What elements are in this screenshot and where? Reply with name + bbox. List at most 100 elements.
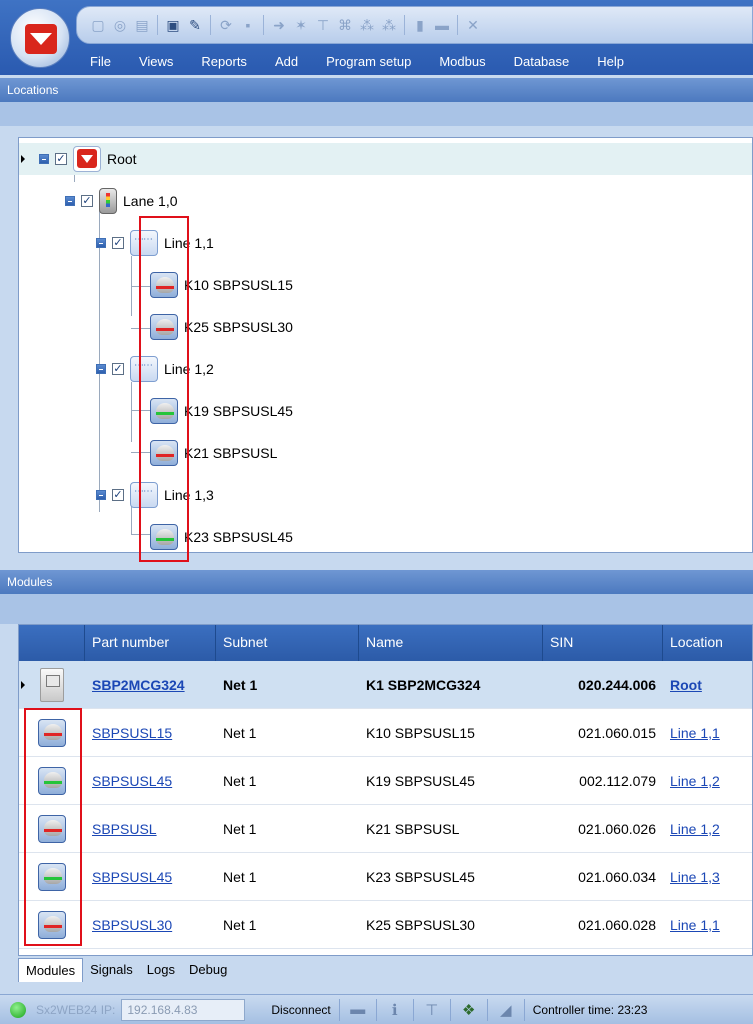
rs485-icon[interactable]: ⊤ [422,1001,442,1019]
monitor-icon[interactable]: ▬ [433,16,451,34]
part-number-link[interactable]: SBP2MCG324 [85,677,216,693]
save-status-icon[interactable]: ▬ [348,1001,368,1018]
clear-icon[interactable]: ◢ [496,1001,516,1019]
tree-node-k23[interactable]: K23 SBPSUSL45 [150,521,293,552]
tab-logs[interactable]: Logs [140,958,182,982]
location-link[interactable]: Line 1,1 [663,917,752,933]
grid-header-name[interactable]: Name [359,625,543,661]
forward-icon[interactable]: ➜ [270,16,288,34]
disk-icon[interactable]: ◎ [111,16,129,34]
status-separator [412,998,414,1021]
tree-connector [131,286,151,287]
collapse-root-toggle[interactable] [39,154,49,164]
row-icon-cell [19,667,85,702]
tree-node-line-1-2[interactable]: Line 1,2 [96,353,214,385]
network-icon[interactable]: ⁂ [380,16,398,34]
info-icon[interactable]: ℹ [385,1001,405,1019]
current-row-caret [21,681,25,689]
toolbar-separator [457,15,458,35]
collapse-line-toggle[interactable] [96,490,106,500]
menu-reports[interactable]: Reports [187,50,261,74]
sensor-tool-icon[interactable]: ⌘ [336,16,354,34]
table-row[interactable]: SBP2MCG324 Net 1 K1 SBP2MCG324 020.244.0… [19,661,752,709]
tree-node-lane[interactable]: Lane 1,0 [65,185,178,217]
menu-file[interactable]: File [76,50,125,74]
part-number-link[interactable]: SBPSUSL45 [85,773,216,789]
name-cell: K23 SBPSUSL45 [366,868,475,885]
tree-node-k19[interactable]: K19 SBPSUSL45 [150,395,293,427]
tab-debug[interactable]: Debug [182,958,234,982]
status-separator [375,998,377,1021]
name-cell: K25 SBPSUSL30 [366,916,475,933]
tree-icon[interactable]: ⁂ [358,16,376,34]
tree-node-line-1-1[interactable]: Line 1,1 [96,227,214,259]
line-checkbox[interactable] [112,489,124,501]
grid-header-sin[interactable]: SIN [543,625,663,661]
device-icon[interactable]: ▮ [411,16,429,34]
modules-panel-header: Modules [0,570,753,594]
subnet-cell: Net 1 [223,868,257,885]
part-number-link[interactable]: SBPSUSL15 [85,725,216,741]
module-icon[interactable]: ▪ [239,16,257,34]
brand-triangle [30,33,52,45]
line-checkbox[interactable] [112,237,124,249]
menu-add[interactable]: Add [261,50,312,74]
new-icon[interactable]: ▢ [89,16,107,34]
collapse-line-toggle[interactable] [96,364,106,374]
tab-modules[interactable]: Modules [18,958,84,982]
grid-header-location[interactable]: Location [663,625,752,661]
sensor-red-icon [150,272,178,298]
tab-signals[interactable]: Signals [83,958,140,982]
tree-node-label: Line 1,3 [164,487,214,503]
menu-help[interactable]: Help [583,50,638,74]
row-icon-cell [19,862,85,891]
root-checkbox[interactable] [55,153,67,165]
refresh-icon[interactable]: ⟳ [217,16,235,34]
location-link[interactable]: Line 1,3 [663,869,752,885]
controller-time: Controller time: 23:23 [532,1002,648,1017]
table-row[interactable]: SBPSUSL15 Net 1 K10 SBPSUSL15 021.060.01… [19,709,752,757]
location-tree: Root Lane 1,0 Line 1,1 K10 SBPSUSL15 K25… [18,137,753,553]
part-number-link[interactable]: SBPSUSL [85,821,216,837]
app-logo-button[interactable] [10,8,70,68]
grid-header-part-number[interactable]: Part number [85,625,216,661]
tree-node-label: Root [107,151,137,167]
table-row[interactable]: SBPSUSL30 Net 1 K25 SBPSUSL30 021.060.02… [19,901,752,949]
status-separator [523,998,525,1021]
tree-node-k10[interactable]: K10 SBPSUSL15 [150,269,293,301]
collapse-lane-toggle[interactable] [65,196,75,206]
location-link[interactable]: Line 1,2 [663,773,752,789]
location-link[interactable]: Line 1,2 [663,821,752,837]
part-number-link[interactable]: SBPSUSL45 [85,869,216,885]
table-row[interactable]: SBPSUSL45 Net 1 K19 SBPSUSL45 002.112.07… [19,757,752,805]
collapse-line-toggle[interactable] [96,238,106,248]
location-link[interactable]: Root [663,677,752,693]
menu-database[interactable]: Database [500,50,584,74]
ip-address-field[interactable] [121,998,246,1021]
line-checkbox[interactable] [112,363,124,375]
locations-toolbar-strip [0,102,753,126]
network-status-icon[interactable]: ❖ [459,1001,479,1019]
tree-node-k25[interactable]: K25 SBPSUSL30 [150,311,293,343]
row-icon-cell [19,814,85,843]
star-icon[interactable]: ✶ [292,16,310,34]
edit-icon[interactable]: ✎ [186,16,204,34]
menu-program-setup[interactable]: Program setup [312,50,425,74]
grid-header-subnet[interactable]: Subnet [216,625,359,661]
open-icon[interactable]: ▤ [133,16,151,34]
tree-node-root[interactable]: Root [19,143,752,175]
locations-panel-header: Locations [0,78,753,102]
table-row[interactable]: SBPSUSL Net 1 K21 SBPSUSL 021.060.026 Li… [19,805,752,853]
disconnect-button[interactable]: Disconnect [271,1003,330,1017]
save-icon[interactable]: ▣ [164,16,182,34]
tree-node-k21[interactable]: K21 SBPSUSL [150,437,277,469]
lane-checkbox[interactable] [81,195,93,207]
location-link[interactable]: Line 1,1 [663,725,752,741]
menu-views[interactable]: Views [125,50,187,74]
tools-icon[interactable]: ✕ [464,16,482,34]
menu-modbus[interactable]: Modbus [425,50,499,74]
tree-node-line-1-3[interactable]: Line 1,3 [96,479,214,511]
antenna-icon[interactable]: ⊤ [314,16,332,34]
part-number-link[interactable]: SBPSUSL30 [85,917,216,933]
table-row[interactable]: SBPSUSL45 Net 1 K23 SBPSUSL45 021.060.03… [19,853,752,901]
